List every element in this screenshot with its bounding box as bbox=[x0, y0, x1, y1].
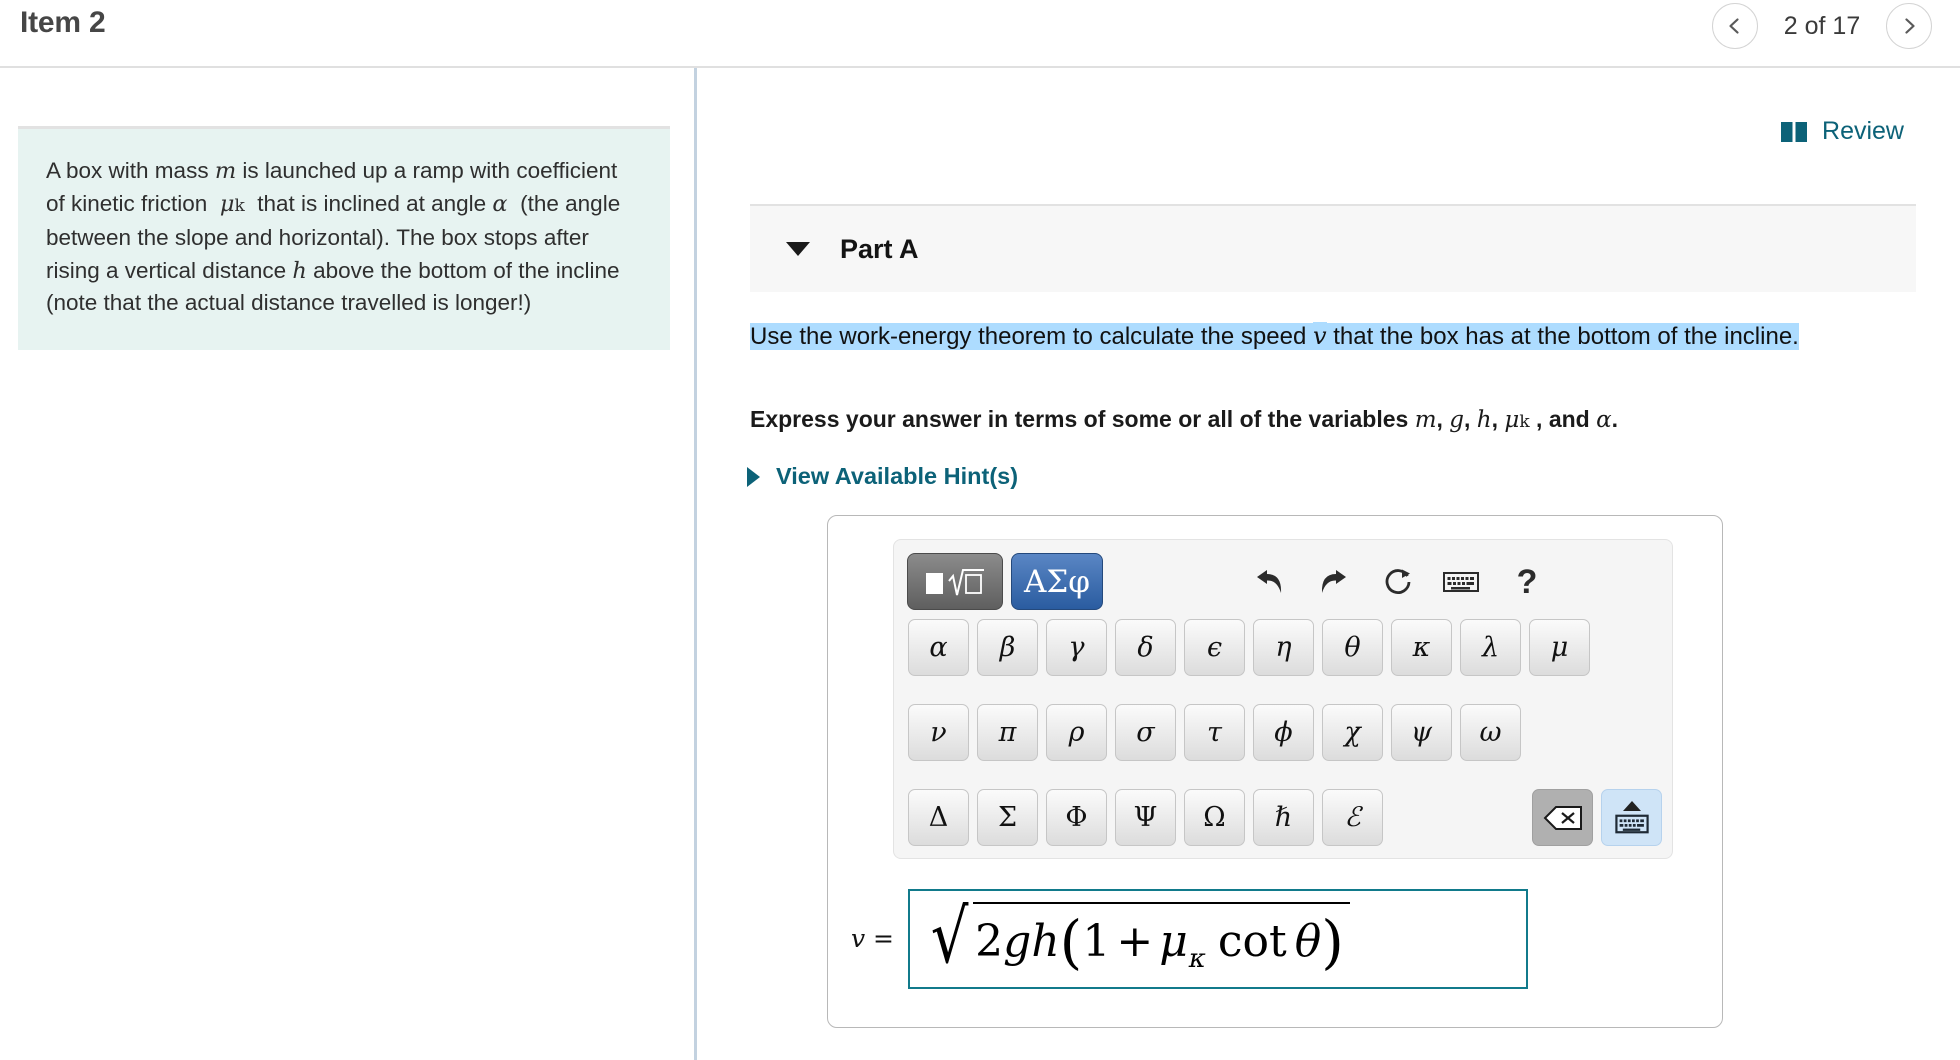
backspace-icon bbox=[1543, 805, 1582, 830]
key-rho[interactable]: ρ bbox=[1046, 704, 1107, 761]
key-theta[interactable]: θ bbox=[1322, 619, 1383, 676]
reset-button[interactable] bbox=[1377, 562, 1419, 602]
greek-key-row-1: α β γ δ ϵ η θ κ λ μ bbox=[908, 619, 1590, 676]
key-nu[interactable]: ν bbox=[908, 704, 969, 761]
template-tab-button[interactable] bbox=[907, 553, 1003, 610]
plus-sign: + bbox=[1116, 916, 1154, 967]
key-omega[interactable]: ω bbox=[1460, 704, 1521, 761]
problem-pane: A box with mass m is launched up a ramp … bbox=[0, 68, 694, 1060]
next-item-button[interactable] bbox=[1886, 3, 1932, 49]
square-root-template-icon bbox=[926, 568, 984, 595]
review-label: Review bbox=[1822, 117, 1904, 145]
term-one: 1 bbox=[1082, 916, 1111, 967]
math-symbol-palette: ΑΣφ ? α β γ δ ϵ η θ κ λ μ ν π ρ σ τ ϕ χ … bbox=[893, 539, 1673, 859]
close-paren: ) bbox=[1321, 907, 1344, 976]
redo-icon bbox=[1321, 570, 1346, 593]
chevron-right-icon bbox=[747, 466, 760, 487]
question-highlight-1: Use the work-energy theorem to calculate… bbox=[750, 323, 1313, 350]
greek-tab-label: ΑΣφ bbox=[1023, 563, 1090, 600]
keyboard-button[interactable] bbox=[1440, 562, 1482, 602]
chevron-down-icon bbox=[786, 242, 810, 256]
cot-function: cot bbox=[1217, 916, 1287, 967]
term-g: g bbox=[1003, 916, 1032, 967]
key-Sigma[interactable]: Σ bbox=[977, 789, 1038, 846]
help-button[interactable]: ? bbox=[1506, 562, 1548, 602]
key-Psi[interactable]: Ψ bbox=[1115, 789, 1176, 846]
answer-input-field[interactable]: √ 2 g h(1 + μ κ cot θ) bbox=[908, 888, 1528, 989]
item-pager: 2 of 17 bbox=[1712, 0, 1932, 52]
chevron-right-icon bbox=[1905, 18, 1915, 34]
key-lambda[interactable]: λ bbox=[1460, 619, 1521, 676]
top-bar: Item 2 2 of 17 bbox=[0, 0, 1960, 68]
radicand: 2 g h(1 + μ κ cot θ) bbox=[973, 901, 1350, 976]
greek-key-row-2: ν π ρ σ τ ϕ χ ψ ω bbox=[908, 704, 1521, 761]
answer-format-instruction: Express your answer in terms of some or … bbox=[750, 406, 1619, 433]
view-hints-label: View Available Hint(s) bbox=[776, 463, 1019, 489]
previous-item-button[interactable] bbox=[1712, 3, 1758, 49]
answer-expression: √ 2 g h(1 + μ κ cot θ) bbox=[926, 893, 1350, 980]
reset-icon bbox=[1385, 569, 1411, 594]
problem-statement-box: A box with mass m is launched up a ramp … bbox=[18, 126, 670, 350]
key-hbar[interactable]: ℏ bbox=[1253, 789, 1314, 846]
help-label: ? bbox=[1516, 562, 1538, 601]
keyboard-toggle-button[interactable] bbox=[1601, 789, 1662, 846]
problem-statement-text: A box with mass m is launched up a ramp … bbox=[46, 158, 621, 315]
chevron-left-icon bbox=[1729, 18, 1739, 34]
undo-icon bbox=[1257, 570, 1282, 593]
radical-sign-icon: √ bbox=[930, 893, 969, 980]
part-a-header[interactable]: Part A bbox=[750, 204, 1916, 292]
key-Phi[interactable]: Φ bbox=[1046, 789, 1107, 846]
key-alpha[interactable]: α bbox=[908, 619, 969, 676]
key-sigma[interactable]: σ bbox=[1115, 704, 1176, 761]
keyboard-up-icon bbox=[1614, 814, 1649, 833]
answer-variable-label: v = bbox=[850, 924, 894, 953]
backspace-button[interactable] bbox=[1532, 789, 1593, 846]
term-mu: μ bbox=[1159, 916, 1188, 967]
question-variable-v: v bbox=[1312, 322, 1327, 350]
redo-button[interactable] bbox=[1312, 562, 1354, 602]
page-title: Item 2 bbox=[20, 6, 106, 39]
pager-label: 2 of 17 bbox=[1783, 11, 1861, 40]
key-eta[interactable]: η bbox=[1253, 619, 1314, 676]
view-hints-link[interactable]: View Available Hint(s) bbox=[747, 463, 1018, 490]
key-Delta[interactable]: Δ bbox=[908, 789, 969, 846]
key-tau[interactable]: τ bbox=[1184, 704, 1245, 761]
palette-toolbar: ΑΣφ ? bbox=[894, 540, 1674, 620]
term-theta: θ bbox=[1294, 916, 1322, 967]
question-highlight-2: that the box has at the bottom of the in… bbox=[1326, 323, 1799, 350]
key-epsilon[interactable]: ϵ bbox=[1184, 619, 1245, 676]
open-paren: ( bbox=[1059, 907, 1083, 976]
key-gamma[interactable]: γ bbox=[1046, 619, 1107, 676]
square-root-group: √ 2 g h(1 + μ κ cot θ) bbox=[926, 893, 1350, 980]
key-Omega[interactable]: Ω bbox=[1184, 789, 1245, 846]
coefficient-2: 2 bbox=[975, 916, 1004, 967]
key-delta[interactable]: δ bbox=[1115, 619, 1176, 676]
greek-tab-button[interactable]: ΑΣφ bbox=[1011, 553, 1103, 610]
greek-key-row-3: Δ Σ Φ Ψ Ω ℏ ℰ bbox=[908, 789, 1383, 846]
key-psi[interactable]: ψ bbox=[1391, 704, 1452, 761]
key-mu[interactable]: μ bbox=[1529, 619, 1590, 676]
key-phi[interactable]: ϕ bbox=[1253, 704, 1314, 761]
review-link[interactable]: Review bbox=[1780, 117, 1904, 146]
key-kappa[interactable]: κ bbox=[1391, 619, 1452, 676]
question-prompt: Use the work-energy theorem to calculate… bbox=[750, 320, 1910, 353]
key-script-e[interactable]: ℰ bbox=[1322, 789, 1383, 846]
mu-subscript-kappa: κ bbox=[1188, 943, 1206, 974]
answer-pane: Review Part A Use the work-energy theore… bbox=[697, 68, 1960, 1060]
answer-input-row: v = √ 2 g h(1 + μ κ cot θ) bbox=[846, 886, 1706, 991]
book-icon bbox=[1781, 121, 1808, 142]
undo-button[interactable] bbox=[1249, 562, 1291, 602]
part-a-label: Part A bbox=[840, 233, 919, 264]
key-pi[interactable]: π bbox=[977, 704, 1038, 761]
answer-entry-panel: ΑΣφ ? α β γ δ ϵ η θ κ λ μ ν π ρ σ τ ϕ χ … bbox=[827, 515, 1723, 1028]
term-h: h bbox=[1031, 916, 1060, 967]
key-chi[interactable]: χ bbox=[1322, 704, 1383, 761]
keyboard-icon bbox=[1443, 572, 1479, 592]
caret-up-icon bbox=[1622, 800, 1641, 811]
key-beta[interactable]: β bbox=[977, 619, 1038, 676]
